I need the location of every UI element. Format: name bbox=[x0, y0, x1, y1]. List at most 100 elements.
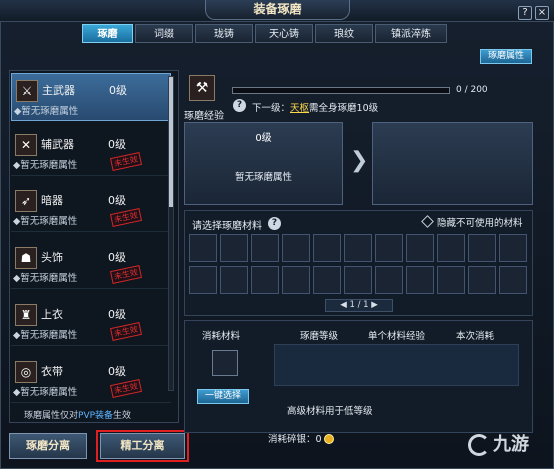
col-header-exp: 单个材料经验 bbox=[368, 331, 426, 342]
inactive-stamp: 未生效 bbox=[109, 152, 143, 171]
material-slot[interactable] bbox=[406, 266, 434, 294]
equipment-status: ◆暂无琢磨属性 bbox=[13, 387, 78, 398]
equipment-scrollbar[interactable] bbox=[168, 76, 174, 391]
equipment-status: ◆暂无琢磨属性 bbox=[13, 160, 78, 171]
current-attributes: 暂无琢磨属性 bbox=[234, 172, 292, 183]
col-header-cost: 本次消耗 bbox=[456, 331, 495, 342]
tab-tianxinzhu[interactable]: 天心铸 bbox=[255, 24, 313, 43]
dart-icon: ➶ bbox=[15, 190, 37, 212]
inactive-stamp: 未生效 bbox=[109, 322, 143, 341]
material-slot[interactable] bbox=[344, 266, 372, 294]
material-slot[interactable] bbox=[189, 234, 217, 262]
exp-progress-bar bbox=[232, 87, 450, 94]
material-slot[interactable] bbox=[220, 266, 248, 294]
material-slot[interactable] bbox=[189, 266, 217, 294]
material-slot[interactable] bbox=[313, 234, 341, 262]
materials-grid bbox=[189, 234, 527, 294]
material-slot[interactable] bbox=[437, 266, 465, 294]
material-slot[interactable] bbox=[251, 266, 279, 294]
material-slot[interactable] bbox=[468, 266, 496, 294]
one-key-select-button[interactable]: 一键选择 bbox=[197, 389, 249, 404]
logo-icon bbox=[468, 434, 490, 456]
tab-zhenpai-temper[interactable]: 镇派淬炼 bbox=[375, 24, 447, 43]
highlight-box bbox=[96, 430, 189, 462]
close-icon[interactable]: × bbox=[535, 6, 549, 20]
weapon-icon: ⚒ bbox=[189, 75, 215, 101]
fragments-consume: 消耗碎银：0 bbox=[268, 431, 334, 445]
materials-title: 请选择琢磨材料 bbox=[192, 221, 262, 232]
next-level-box bbox=[372, 122, 533, 205]
inactive-stamp: 未生效 bbox=[109, 208, 143, 227]
equipment-item-belt[interactable]: ◎ 衣带 0级 ◆暂无琢磨属性 未生效 bbox=[11, 355, 171, 403]
equipment-item-hidden-weapon[interactable]: ➶ 暗器 0级 ◆暂无琢磨属性 未生效 bbox=[11, 184, 171, 232]
equipment-name: 头饰 bbox=[41, 251, 63, 264]
tab-longzhu[interactable]: 珑铸 bbox=[195, 24, 253, 43]
next-level-link[interactable]: 天枢 bbox=[290, 103, 309, 114]
col-header-material: 消耗材料 bbox=[202, 331, 241, 342]
material-slot[interactable] bbox=[282, 266, 310, 294]
help-icon[interactable]: ? bbox=[268, 217, 281, 230]
tab-langwen[interactable]: 琅纹 bbox=[315, 24, 373, 43]
secondary-weapon-icon: ✕ bbox=[15, 134, 37, 156]
material-slot[interactable] bbox=[220, 234, 248, 262]
equipment-name: 暗器 bbox=[41, 194, 63, 207]
polish-attributes-button[interactable]: 琢磨属性 bbox=[480, 49, 532, 64]
polish-level-area bbox=[274, 344, 519, 386]
window-title: 装备琢磨 bbox=[205, 0, 350, 20]
current-level: 0级 bbox=[255, 133, 272, 144]
equipment-status: ◆暂无琢磨属性 bbox=[13, 216, 78, 227]
inactive-stamp: 未生效 bbox=[109, 379, 143, 398]
material-slot[interactable] bbox=[468, 234, 496, 262]
material-slot[interactable] bbox=[313, 266, 341, 294]
materials-pager[interactable]: ◀ 1 / 1 ▶ bbox=[325, 299, 393, 312]
equipment-level: 0级 bbox=[109, 84, 127, 97]
help-icon[interactable]: ? bbox=[233, 99, 246, 112]
material-slot[interactable] bbox=[437, 234, 465, 262]
material-slot[interactable] bbox=[375, 234, 403, 262]
equipment-list: ⚔ 主武器 0级 ◆暂无琢磨属性 ✕ 辅武器 0级 ◆暂无琢磨属性 未生效 ➶ … bbox=[9, 70, 179, 423]
material-slot[interactable] bbox=[375, 266, 403, 294]
tab-affix[interactable]: 词缀 bbox=[135, 24, 193, 43]
equipment-name: 衣带 bbox=[41, 365, 63, 378]
tab-polish[interactable]: 琢磨 bbox=[82, 24, 133, 43]
equipment-status: ◆暂无琢磨属性 bbox=[14, 106, 79, 117]
coin-icon bbox=[323, 434, 334, 444]
equipment-item-secondary-weapon[interactable]: ✕ 辅武器 0级 ◆暂无琢磨属性 未生效 bbox=[11, 128, 171, 176]
scroll-thumb[interactable] bbox=[169, 77, 173, 207]
consume-material-slot[interactable] bbox=[212, 350, 238, 376]
equipment-level: 0级 bbox=[108, 365, 126, 378]
watermark-logo: 九游 bbox=[468, 430, 529, 456]
inactive-stamp: 未生效 bbox=[109, 265, 143, 284]
material-slot[interactable] bbox=[344, 234, 372, 262]
equipment-status: ◆暂无琢磨属性 bbox=[13, 330, 78, 341]
equipment-level: 0级 bbox=[108, 251, 126, 264]
material-slot[interactable] bbox=[251, 234, 279, 262]
equipment-name: 辅武器 bbox=[41, 138, 74, 151]
equipment-name: 上衣 bbox=[41, 308, 63, 321]
belt-icon: ◎ bbox=[15, 361, 37, 383]
material-slot[interactable] bbox=[406, 234, 434, 262]
equipment-item-main-weapon[interactable]: ⚔ 主武器 0级 ◆暂无琢磨属性 bbox=[11, 73, 171, 121]
material-slot[interactable] bbox=[282, 234, 310, 262]
material-slot[interactable] bbox=[499, 234, 527, 262]
col-header-level: 琢磨等级 bbox=[300, 331, 339, 342]
equipment-name: 主武器 bbox=[42, 84, 75, 97]
equipment-status: ◆暂无琢磨属性 bbox=[13, 273, 78, 284]
tab-bar: 琢磨 词缀 珑铸 天心铸 琅纹 镇派淬炼 bbox=[82, 24, 449, 43]
equipment-item-top[interactable]: ♜ 上衣 0级 ◆暂无琢磨属性 未生效 bbox=[11, 298, 171, 346]
current-level-box: 0级 暂无琢磨属性 bbox=[184, 122, 343, 205]
equipment-level: 0级 bbox=[108, 138, 126, 151]
high-material-note: 高级材料用于低等级 bbox=[287, 406, 373, 417]
next-level-text: 下一级：天枢需全身琢磨10级 bbox=[252, 103, 379, 114]
help-icon[interactable]: ? bbox=[518, 6, 532, 20]
hide-unusable-label: 隐藏不可使用的材料 bbox=[437, 218, 523, 229]
sword-icon: ⚔ bbox=[16, 80, 38, 102]
armor-icon: ♜ bbox=[15, 304, 37, 326]
equipment-level: 0级 bbox=[108, 308, 126, 321]
equipment-level: 0级 bbox=[108, 194, 126, 207]
exp-label: 琢磨经验 bbox=[184, 111, 224, 122]
chevron-right-icon: ❯ bbox=[350, 148, 369, 173]
equipment-item-headwear[interactable]: ☗ 头饰 0级 ◆暂无琢磨属性 未生效 bbox=[11, 241, 171, 289]
polish-separate-button[interactable]: 琢磨分离 bbox=[9, 433, 87, 459]
material-slot[interactable] bbox=[499, 266, 527, 294]
